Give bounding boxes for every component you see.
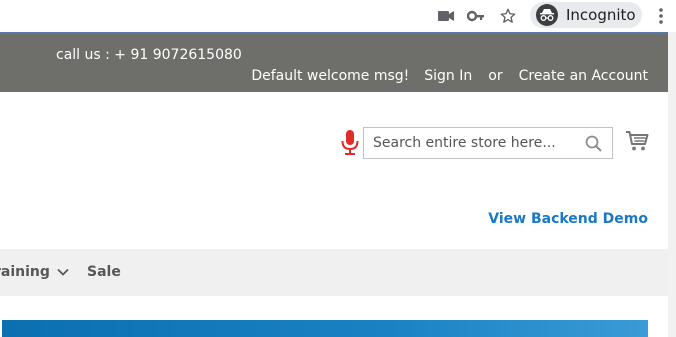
nav-item-sale[interactable]: Sale xyxy=(87,264,121,280)
page-scrollbar[interactable] xyxy=(668,32,676,337)
cart-icon[interactable] xyxy=(625,129,649,153)
or-text: or xyxy=(488,68,503,84)
camera-icon[interactable] xyxy=(436,6,456,26)
search-box xyxy=(363,127,613,159)
key-icon[interactable] xyxy=(466,6,486,26)
browser-toolbar: Incognito xyxy=(0,0,676,32)
nav-item-training[interactable]: raining xyxy=(0,264,69,280)
create-account-link[interactable]: Create an Account xyxy=(519,68,648,84)
hero-banner[interactable] xyxy=(2,320,648,337)
view-backend-demo-link[interactable]: View Backend Demo xyxy=(488,211,648,227)
search-icon[interactable] xyxy=(585,135,602,152)
star-icon[interactable] xyxy=(498,6,518,26)
search-input[interactable] xyxy=(364,128,612,158)
incognito-icon xyxy=(536,4,558,26)
sign-in-link[interactable]: Sign In xyxy=(424,68,472,84)
nav-item-label: raining xyxy=(0,264,50,280)
main-navigation: raining Sale xyxy=(0,249,668,296)
nav-item-label: Sale xyxy=(87,264,121,280)
incognito-indicator[interactable]: Incognito xyxy=(530,2,642,28)
header-links: Default welcome msg! Sign In or Create a… xyxy=(251,68,648,84)
chevron-down-icon xyxy=(57,268,69,276)
call-us-text: call us : + 91 9072615080 xyxy=(56,47,242,63)
kebab-menu-icon[interactable] xyxy=(654,7,668,25)
store-top-header: call us : + 91 9072615080 Default welcom… xyxy=(0,32,668,92)
microphone-icon[interactable] xyxy=(341,130,359,156)
welcome-message: Default welcome msg! xyxy=(251,68,410,84)
incognito-label: Incognito xyxy=(566,6,636,24)
